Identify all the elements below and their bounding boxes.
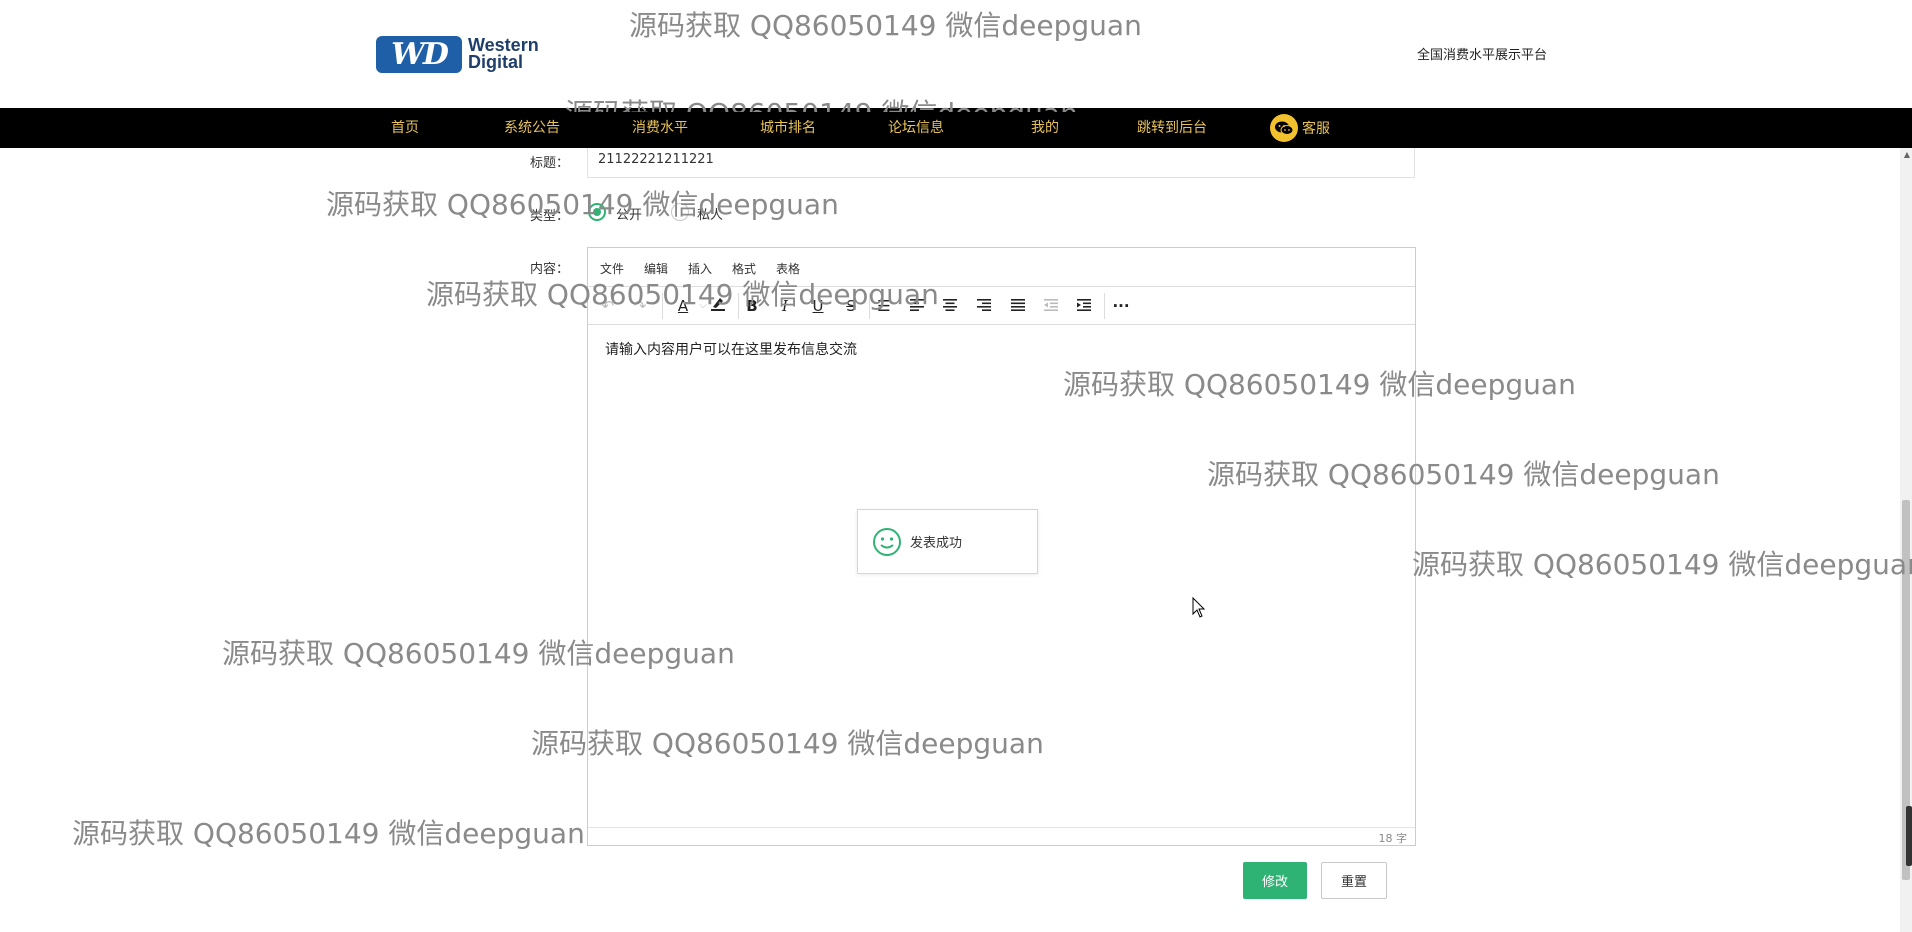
logo-line2: Digital — [468, 52, 524, 72]
radio-private[interactable] — [671, 203, 689, 221]
site-header: WD Western Digital 全国消费水平展示平台 — [0, 0, 1912, 108]
toast-message: 发表成功 — [910, 536, 963, 551]
nav-consumption[interactable]: 消费水平 — [632, 108, 688, 148]
toolbar-divider — [869, 293, 870, 319]
wd-logo-mark: WD — [376, 35, 462, 73]
customer-service-label: 客服 — [1302, 121, 1330, 137]
nav-home[interactable]: 首页 — [391, 108, 419, 148]
editor-toolbar: ↶ ↷ A ⌵ B I U S ☰ ··· — [588, 287, 1415, 325]
radio-private-label: 私人 — [697, 208, 724, 223]
bold-icon[interactable]: B — [740, 295, 764, 317]
wd-logo[interactable]: WD Western Digital — [376, 34, 566, 74]
editor-content: 请输入内容用户可以在这里发布信息交流 — [605, 342, 857, 358]
menu-file[interactable]: 文件 — [600, 260, 624, 277]
align-center-icon[interactable] — [938, 295, 962, 317]
toolbar-divider — [738, 293, 739, 319]
toolbar-divider — [662, 293, 663, 319]
word-count: 18 字 — [1378, 832, 1408, 845]
mouse-cursor-icon — [1192, 597, 1206, 618]
main-nav: 首页 系统公告 消费水平 城市排名 论坛信息 我的 跳转到后台 客服 — [0, 108, 1912, 148]
submit-button[interactable]: 修改 — [1243, 862, 1307, 899]
menu-format[interactable]: 格式 — [732, 260, 756, 277]
editor-content-area[interactable]: 请输入内容用户可以在这里发布信息交流 — [588, 325, 1415, 829]
align-left-icon[interactable] — [905, 295, 929, 317]
italic-icon[interactable]: I — [773, 295, 797, 317]
title-input[interactable]: 21122221211221 — [587, 148, 1415, 178]
redo-icon[interactable]: ↷ — [628, 295, 652, 317]
nav-customer-service[interactable]: 客服 — [1270, 108, 1330, 148]
nav-admin[interactable]: 跳转到后台 — [1137, 108, 1207, 148]
nav-mine[interactable]: 我的 — [1031, 108, 1059, 148]
strikethrough-icon[interactable]: S — [839, 295, 863, 317]
outdent-icon[interactable] — [1039, 295, 1063, 317]
nav-city-ranking[interactable]: 城市排名 — [760, 108, 816, 148]
undo-icon[interactable]: ↶ — [596, 295, 620, 317]
indent-icon[interactable] — [1072, 295, 1096, 317]
align-justify-icon[interactable] — [1006, 295, 1030, 317]
wechat-icon — [1270, 114, 1298, 142]
menu-table[interactable]: 表格 — [776, 260, 800, 277]
radio-public-label: 公开 — [616, 208, 643, 223]
reset-button[interactable]: 重置 — [1321, 862, 1387, 899]
editor-statusbar: 18 字 — [588, 827, 1415, 845]
editor-menubar: 文件 编辑 插入 格式 表格 — [588, 248, 1415, 287]
align-right-icon[interactable] — [972, 295, 996, 317]
content-label: 内容： — [530, 262, 570, 277]
wd-logo-text: Western Digital — [468, 36, 539, 72]
toolbar-divider — [1104, 293, 1105, 319]
type-label: 类型： — [530, 209, 570, 224]
scrollbar-thumb-active[interactable] — [1906, 806, 1912, 866]
radio-public[interactable] — [588, 203, 606, 221]
success-toast: 发表成功 — [857, 509, 1038, 574]
smile-icon — [873, 527, 901, 556]
align-icon[interactable]: ☰ — [872, 295, 896, 317]
scroll-up-icon[interactable]: ▲ — [1904, 150, 1910, 159]
highlight-icon[interactable] — [706, 295, 730, 317]
title-label: 标题： — [530, 156, 570, 171]
watermark: 源码获取 QQ86050149 微信deepguan — [72, 817, 585, 850]
site-slogan: 全国消费水平展示平台 — [1417, 48, 1548, 63]
underline-icon[interactable]: U — [806, 295, 830, 317]
menu-insert[interactable]: 插入 — [688, 260, 712, 277]
watermark: 源码获取 QQ86050149 微信deepguan — [1412, 548, 1912, 581]
menu-edit[interactable]: 编辑 — [644, 260, 668, 277]
nav-forum[interactable]: 论坛信息 — [888, 108, 944, 148]
more-icon[interactable]: ··· — [1109, 295, 1133, 317]
nav-announcements[interactable]: 系统公告 — [504, 108, 560, 148]
watermark: 源码获取 QQ86050149 微信deepguan — [326, 188, 839, 221]
